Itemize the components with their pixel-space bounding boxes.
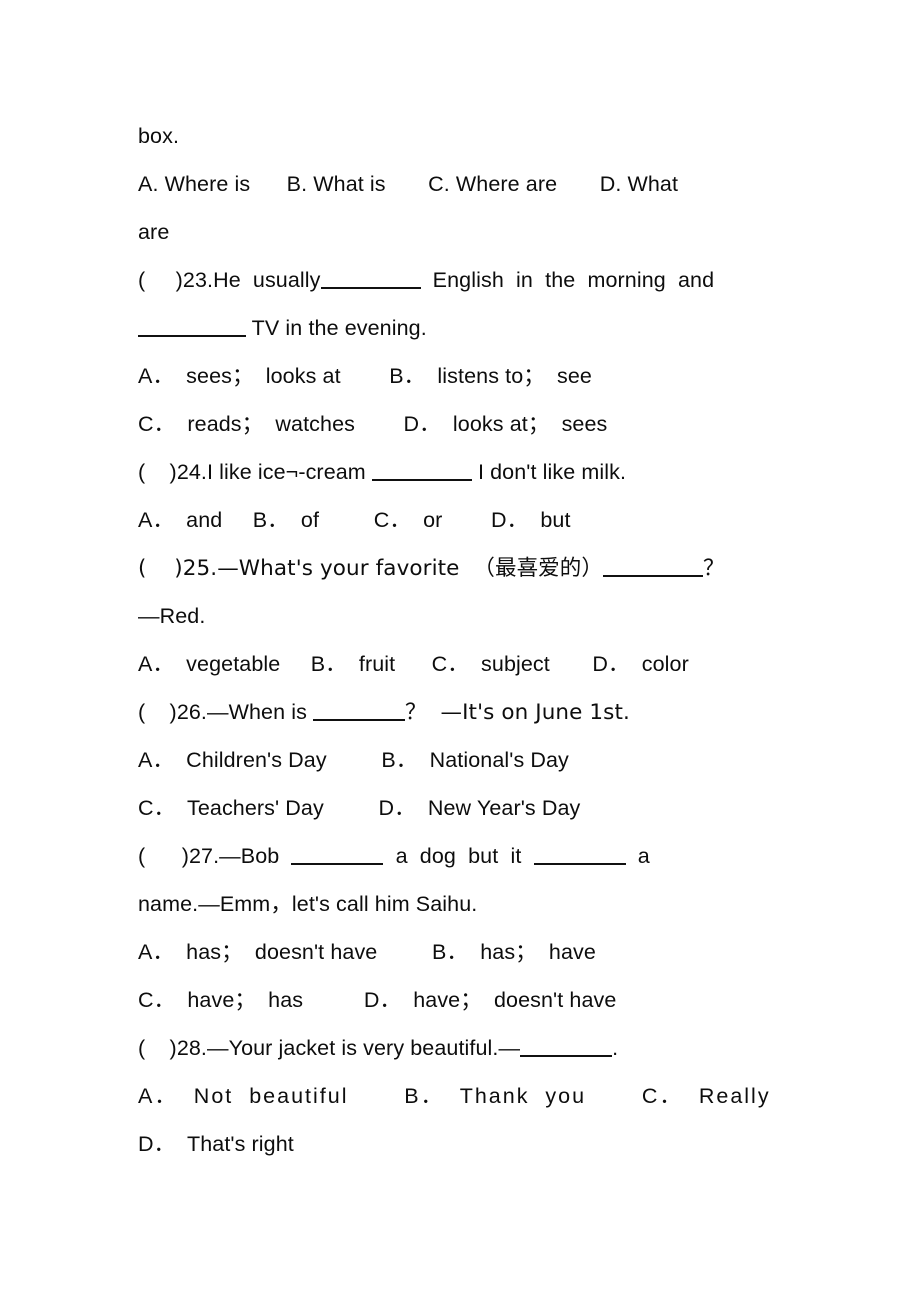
question-27-stem-wrap: name.—Emm，let's call him Saihu. <box>138 892 478 916</box>
answer-blank <box>602 553 703 577</box>
question-28-stem: ( )28.—Your jacket is very beautiful.—. <box>138 1024 782 1072</box>
question-28-options-abc: A． Not beautiful B． Thank you C． Really <box>138 1084 771 1108</box>
answer-blank <box>138 313 246 337</box>
question-22-stem-continuation: box. <box>138 124 180 148</box>
question-22-options: A. Where is B. What is C. Where are D. W… <box>138 172 679 196</box>
question-27-stem-part-a: ( )27.—Bob <box>138 844 292 868</box>
question-27-stem: ( )27.—Bob a dog but it a <box>138 832 782 880</box>
question-26-stem-part-b: ？ —It's on June 1st. <box>405 700 630 725</box>
question-23-stem-line-1: ( )23.He usually English in the morning … <box>138 256 782 304</box>
question-25-stem: ( )25.—What's your favorite （最喜爱的） ？ <box>138 544 782 592</box>
question-27-stem-part-c: a <box>625 844 650 868</box>
question-25-options: A． vegetable B． fruit C． subject D． colo… <box>138 652 689 676</box>
question-26-options-cd: C． Teachers' Day D． New Year's Day <box>138 796 581 820</box>
question-28-stem-part-b: . <box>612 1036 619 1060</box>
answer-blank <box>313 697 406 721</box>
question-24-options: A． and B． of C． or D． but <box>138 508 571 532</box>
answer-blank <box>533 841 626 865</box>
question-23-stem-part-a: ( )23.He usually <box>138 268 321 292</box>
question-24-stem-part-a: ( )24.I like ice¬-cream <box>138 460 372 484</box>
question-27-options-cd: C． have； has D． have； doesn't have <box>138 988 617 1012</box>
question-25-stem-part-b: ？ <box>702 556 725 581</box>
question-25-stem-wrap: —Red. <box>138 604 206 628</box>
question-24-stem-part-b: I don't like milk. <box>471 460 627 484</box>
question-27-stem-part-b: a dog but it <box>383 844 534 868</box>
answer-blank <box>320 265 421 289</box>
question-23-stem-line-2: TV in the evening. <box>138 304 782 352</box>
question-26-stem: ( )26.—When is ？ —It's on June 1st. <box>138 688 782 736</box>
answer-blank <box>371 457 472 481</box>
question-26-stem-part-a: ( )26.—When is <box>138 700 314 724</box>
question-27-options-ab: A． has； doesn't have B． has； have <box>138 940 596 964</box>
question-25-stem-part-a: ( )25.—What's your favorite （最喜爱的） <box>138 556 603 581</box>
answer-blank <box>520 1033 613 1057</box>
question-22-options-wrap: are <box>138 220 170 244</box>
question-23-options-cd: C． reads； watches D． looks at； sees <box>138 412 608 436</box>
question-28-options-d: D． That's right <box>138 1132 294 1156</box>
question-26-options-ab: A． Children's Day B． National's Day <box>138 748 569 772</box>
question-23-stem-part-c: TV in the evening. <box>246 316 427 340</box>
document-page: box. A. Where is B. What is C. Where are… <box>0 0 920 1302</box>
question-24-stem: ( )24.I like ice¬-cream I don't like mil… <box>138 448 782 496</box>
worksheet-text-column: box. A. Where is B. What is C. Where are… <box>138 112 782 1168</box>
question-23-stem-part-b: English in the morning and <box>420 268 715 292</box>
question-23-options-ab: A． sees； looks at B． listens to； see <box>138 364 592 388</box>
question-28-stem-part-a: ( )28.—Your jacket is very beautiful.— <box>138 1036 521 1060</box>
answer-blank <box>291 841 384 865</box>
